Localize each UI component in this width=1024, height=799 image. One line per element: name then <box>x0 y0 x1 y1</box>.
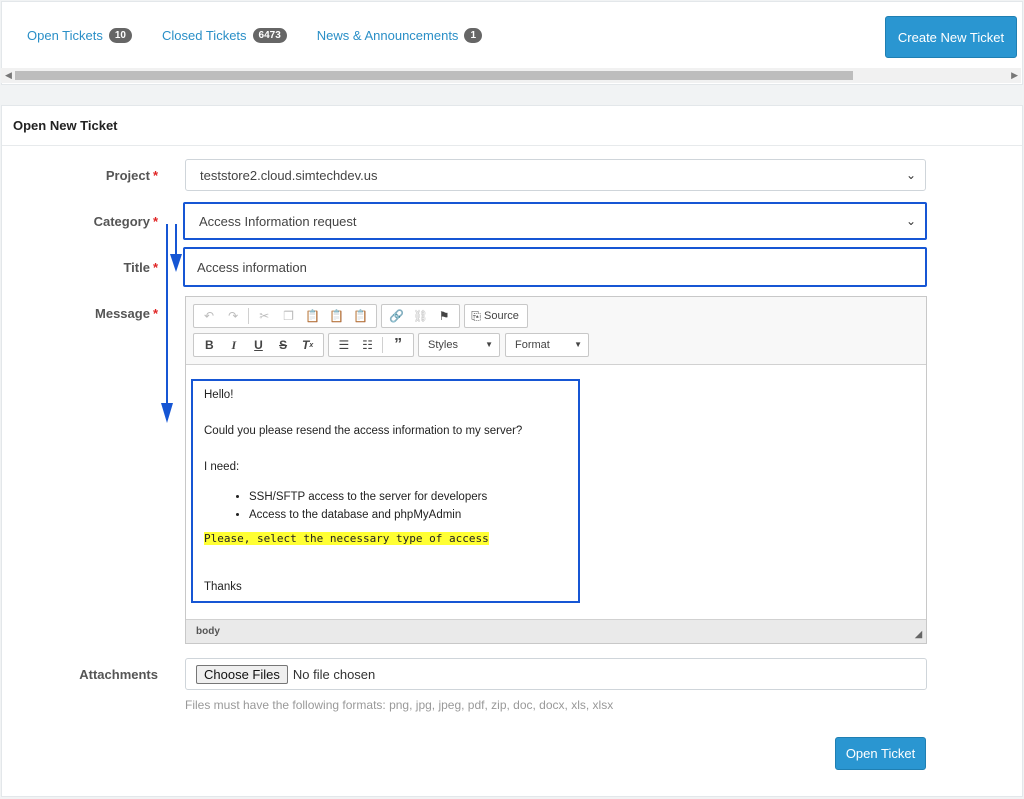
count-badge: 10 <box>108 28 132 43</box>
attachments-label: Attachments <box>8 667 158 682</box>
link-icon[interactable]: 🔗 <box>385 306 409 326</box>
blockquote-icon[interactable]: ” <box>386 335 410 355</box>
category-select[interactable]: Access Information request ⌄ <box>183 202 927 240</box>
label-text: Category <box>93 214 150 229</box>
toolbar-separator <box>382 337 384 353</box>
category-value: Access Information request <box>199 213 357 229</box>
open-ticket-button[interactable]: Open Ticket <box>835 737 926 770</box>
paste-word-icon[interactable]: 📋 <box>349 306 373 326</box>
create-new-ticket-button[interactable]: Create New Ticket <box>885 16 1017 58</box>
remove-format-icon[interactable]: Tx <box>295 335 320 355</box>
redo-icon[interactable]: ↷ <box>221 306 245 326</box>
paste-text-icon[interactable]: 📋 <box>325 306 349 326</box>
count-badge: 6473 <box>252 28 287 43</box>
editor-statusbar: body ◢ <box>186 619 926 643</box>
scroll-right-icon[interactable]: ▶ <box>1011 70 1018 81</box>
editor-toolbar: ↶ ↷ ✂ ❐ 📋 📋 📋 🔗 ⛓ ⚑ ⎘ Source B I U S T x… <box>186 297 926 365</box>
label-text: Attachments <box>79 667 158 682</box>
bulleted-list-icon[interactable]: ☷ <box>356 335 380 355</box>
tab-label: Open Tickets <box>27 28 103 43</box>
panel-heading: Open New Ticket <box>2 106 1022 146</box>
title-input[interactable]: Access information <box>183 247 927 287</box>
file-status: No file chosen <box>292 666 376 682</box>
required-mark: * <box>152 260 158 275</box>
cut-icon[interactable]: ✂ <box>252 306 276 326</box>
ticket-tabs: Open Tickets 10 Closed Tickets 6473 News… <box>27 28 512 43</box>
project-label: Project * <box>8 168 158 183</box>
source-icon[interactable]: ⎘ <box>468 306 484 326</box>
paste-icon[interactable]: 📋 <box>301 306 325 326</box>
greeting-line: Hello! <box>204 389 234 401</box>
tab-news-announcements[interactable]: News & Announcements 1 <box>317 28 482 43</box>
bold-icon[interactable]: B <box>197 335 222 355</box>
count-badge: 1 <box>464 28 482 43</box>
tab-closed-tickets[interactable]: Closed Tickets 6473 <box>162 28 287 43</box>
highlighted-instruction: Please, select the necessary type of acc… <box>204 532 489 545</box>
format-dropdown[interactable]: Format ▼ <box>505 333 589 357</box>
undo-icon[interactable]: ↶ <box>197 306 221 326</box>
attachments-help: Files must have the following formats: p… <box>185 698 614 712</box>
new-ticket-panel: Open New Ticket Project * teststore2.clou… <box>1 105 1023 797</box>
italic-icon[interactable]: I <box>222 335 247 355</box>
attachments-input: Choose Files No file chosen <box>185 658 927 690</box>
title-value: Access information <box>197 259 307 275</box>
message-editor: ↶ ↷ ✂ ❐ 📋 📋 📋 🔗 ⛓ ⚑ ⎘ Source B I U S T x… <box>185 296 927 644</box>
element-path[interactable]: body <box>196 626 220 637</box>
resize-handle-icon[interactable]: ◢ <box>915 629 922 640</box>
list-group: ☰ ☷ ” <box>328 333 414 357</box>
tab-open-tickets[interactable]: Open Tickets 10 <box>27 28 132 43</box>
toolbar-separator <box>248 308 250 324</box>
styles-dropdown[interactable]: Styles ▼ <box>418 333 500 357</box>
underline-icon[interactable]: U <box>246 335 271 355</box>
category-label: Category * <box>8 214 158 229</box>
horizontal-scrollbar[interactable]: ◀ ▶ <box>1 68 1021 83</box>
need-line: I need: <box>204 461 240 473</box>
source-button[interactable]: Source <box>484 310 519 322</box>
source-group: ⎘ Source <box>464 304 528 328</box>
basic-style-group: B I U S Tx <box>193 333 324 357</box>
scroll-left-icon[interactable]: ◀ <box>5 70 12 81</box>
dropdown-arrow-icon: ▼ <box>485 340 493 349</box>
tab-label: Closed Tickets <box>162 28 247 43</box>
choose-files-button[interactable]: Choose Files <box>196 664 288 684</box>
link-group: 🔗 ⛓ ⚑ <box>381 304 460 328</box>
label-text: Project <box>105 168 150 183</box>
unlink-icon[interactable]: ⛓ <box>409 306 433 326</box>
access-list: SSH/SFTP access to the server for develo… <box>249 488 567 524</box>
anchor-flag-icon[interactable]: ⚑ <box>432 306 456 326</box>
closing-line: Thanks <box>204 581 242 593</box>
copy-icon[interactable]: ❐ <box>276 306 300 326</box>
project-value: teststore2.cloud.simtechdev.us <box>200 167 378 183</box>
clipboard-group: ↶ ↷ ✂ ❐ 📋 📋 📋 <box>193 304 377 328</box>
chevron-down-icon: ⌄ <box>905 214 916 228</box>
list-item: Access to the database and phpMyAdmin <box>249 506 567 524</box>
tab-label: News & Announcements <box>316 28 459 43</box>
message-label: Message * <box>8 306 158 321</box>
label-text: Message <box>95 306 150 321</box>
chevron-down-icon: ⌄ <box>905 168 916 182</box>
question-line: Could you please resend the access infor… <box>204 425 523 437</box>
required-mark: * <box>152 168 158 183</box>
editor-content[interactable]: Hello! Could you please resend the acces… <box>191 379 580 603</box>
list-item: SSH/SFTP access to the server for develo… <box>249 488 567 506</box>
strike-icon[interactable]: S <box>271 335 296 355</box>
dropdown-arrow-icon: ▼ <box>574 340 582 349</box>
required-mark: * <box>152 306 158 321</box>
required-mark: * <box>152 214 158 229</box>
label-text: Title <box>123 260 150 275</box>
project-select[interactable]: teststore2.cloud.simtechdev.us ⌄ <box>185 159 926 191</box>
format-label: Format <box>515 339 550 351</box>
numbered-list-icon[interactable]: ☰ <box>332 335 356 355</box>
title-label: Title * <box>8 260 158 275</box>
scrollbar-thumb[interactable] <box>15 71 853 80</box>
styles-label: Styles <box>428 339 458 351</box>
